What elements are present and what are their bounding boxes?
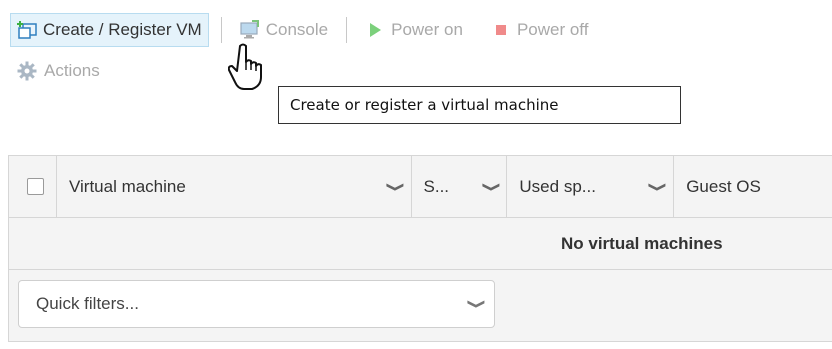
create-vm-icon (17, 20, 37, 40)
power-on-icon (365, 20, 385, 40)
chevron-down-icon[interactable]: ❯ (385, 181, 406, 192)
power-off-label: Power off (516, 20, 589, 39)
vm-table: Virtual machine ❯ S... ❯ Used sp... ❯ Gu… (8, 155, 832, 342)
create-register-vm-label: Create / Register VM (43, 20, 202, 39)
chevron-down-icon: ❯ (467, 298, 487, 310)
column-label: Used sp... (519, 176, 596, 196)
empty-row: No virtual machines (8, 218, 832, 270)
select-all-checkbox[interactable] (27, 178, 44, 195)
tooltip-text: Create or register a virtual machine (290, 96, 559, 114)
quick-filters-label: Quick filters... (36, 294, 139, 313)
chevron-down-icon[interactable]: ❯ (481, 181, 502, 192)
column-label: Virtual machine (68, 176, 186, 196)
power-on-label: Power on (391, 20, 463, 39)
column-used-space[interactable]: Used sp... ❯ (507, 156, 675, 217)
actions-button[interactable]: Actions (16, 60, 100, 82)
quick-filters-select[interactable]: Quick filters... ❯ (18, 280, 495, 328)
select-all-cell (9, 156, 57, 217)
hand-cursor-icon (228, 43, 262, 90)
column-status[interactable]: S... ❯ (412, 156, 508, 217)
toolbar: Create / Register VM Console Power on Po… (10, 12, 594, 48)
console-icon (240, 20, 260, 40)
power-on-button[interactable]: Power on (359, 13, 469, 47)
power-off-button[interactable]: Power off (485, 13, 595, 47)
column-label: S... (423, 176, 450, 196)
column-virtual-machine[interactable]: Virtual machine ❯ (57, 156, 412, 217)
create-register-vm-button[interactable]: Create / Register VM (10, 13, 209, 47)
table-footer: Quick filters... ❯ (8, 270, 832, 342)
console-label: Console (265, 20, 329, 39)
chevron-down-icon[interactable]: ❯ (647, 181, 669, 192)
column-guest-os[interactable]: Guest OS (674, 156, 832, 217)
toolbar-separator (346, 17, 348, 43)
table-header: Virtual machine ❯ S... ❯ Used sp... ❯ Gu… (8, 155, 832, 218)
toolbar-separator (220, 17, 222, 43)
tooltip: Create or register a virtual machine (278, 86, 681, 124)
power-off-icon (491, 20, 511, 40)
empty-message: No virtual machines (561, 233, 723, 253)
gear-icon (16, 60, 38, 82)
column-label: Guest OS (686, 176, 761, 196)
actions-label: Actions (44, 61, 100, 80)
